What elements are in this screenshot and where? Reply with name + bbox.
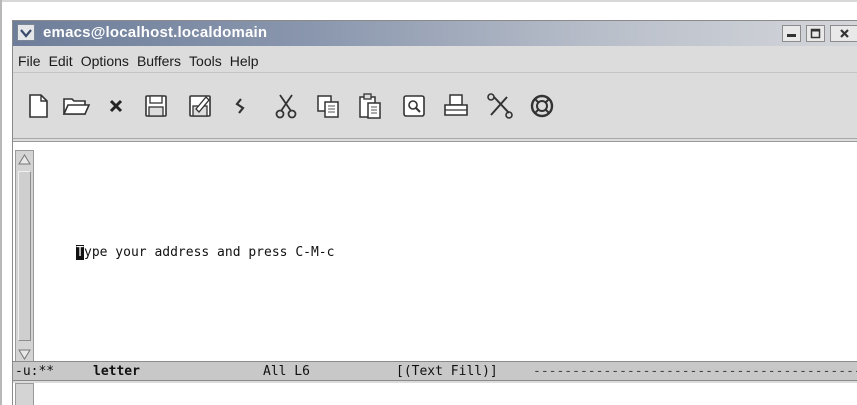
save-as-icon — [189, 95, 211, 117]
save-as-button[interactable] — [181, 87, 219, 125]
buffer-text: ype your address and press C-M-c — [84, 245, 335, 260]
new-file-button[interactable] — [19, 87, 57, 125]
close-buffer-button[interactable] — [97, 87, 135, 125]
menu-buffers[interactable]: Buffers — [136, 53, 182, 69]
toolbar — [13, 75, 857, 139]
arrow-down-icon — [18, 349, 31, 360]
menu-tools[interactable]: Tools — [188, 53, 223, 69]
undo-icon — [235, 98, 245, 114]
window-title: emacs@localhost.localdomain — [43, 24, 268, 41]
modeline-flags: -u:** — [15, 364, 55, 379]
modeline-major-mode[interactable]: [(Text Fill)] — [396, 364, 498, 379]
menu-file[interactable]: File — [17, 53, 42, 69]
scissors-icon — [275, 94, 297, 119]
minibuffer-scrollbar[interactable] — [15, 383, 34, 405]
text-area[interactable]: Type your address and press C-M-c — [13, 141, 857, 364]
minibuffer[interactable] — [13, 383, 857, 405]
copy-button[interactable] — [309, 87, 347, 125]
minimize-icon — [787, 34, 796, 37]
mode-line: -u:** letter All L6 [(Text Fill)] ------… — [13, 361, 857, 381]
save-icon — [145, 95, 167, 117]
close-icon — [839, 29, 849, 38]
modeline-fill: ----------------------------------------… — [533, 364, 857, 379]
undo-button[interactable] — [225, 87, 263, 125]
maximize-icon — [810, 28, 821, 39]
open-button[interactable] — [57, 87, 95, 125]
tools-icon — [487, 93, 513, 119]
text-cursor: T — [76, 245, 84, 260]
scroll-down-button[interactable] — [17, 347, 32, 362]
search-icon — [403, 95, 425, 117]
open-folder-icon — [62, 98, 91, 115]
search-button[interactable] — [395, 87, 433, 125]
page-left-edge — [0, 0, 2, 405]
chevron-down-icon — [20, 28, 32, 38]
window-menu-button[interactable] — [17, 24, 35, 41]
page-top-edge — [0, 0, 857, 2]
new-file-icon — [29, 94, 48, 118]
close-window-button[interactable] — [830, 25, 857, 42]
modeline-position: All L6 — [263, 364, 310, 379]
scroll-up-button[interactable] — [17, 152, 32, 167]
minimize-button[interactable] — [782, 25, 801, 42]
maximize-button[interactable] — [806, 25, 825, 42]
modeline-buffer-name[interactable]: letter — [93, 364, 140, 379]
scroll-thumb[interactable] — [18, 171, 31, 341]
save-button[interactable] — [137, 87, 175, 125]
menu-edit[interactable]: Edit — [48, 53, 74, 69]
close-icon — [109, 99, 123, 113]
preferences-button[interactable] — [481, 87, 519, 125]
copy-icon — [317, 95, 339, 118]
paste-icon — [359, 93, 381, 119]
buffer-text-line: Type your address and press C-M-c — [76, 245, 334, 260]
emacs-window: emacs@localhost.localdomain File Edit Op… — [12, 20, 857, 405]
menu-help[interactable]: Help — [229, 53, 260, 69]
menu-options[interactable]: Options — [80, 53, 130, 69]
vertical-scrollbar[interactable] — [15, 150, 34, 364]
menu-bar: File Edit Options Buffers Tools Help — [13, 49, 857, 73]
cut-button[interactable] — [267, 87, 305, 125]
help-button[interactable] — [523, 87, 561, 125]
title-bar[interactable]: emacs@localhost.localdomain — [13, 21, 857, 46]
arrow-up-icon — [18, 154, 31, 165]
paste-button[interactable] — [351, 87, 389, 125]
printer-icon — [444, 94, 468, 116]
print-button[interactable] — [437, 87, 475, 125]
lifebuoy-icon — [530, 94, 554, 118]
